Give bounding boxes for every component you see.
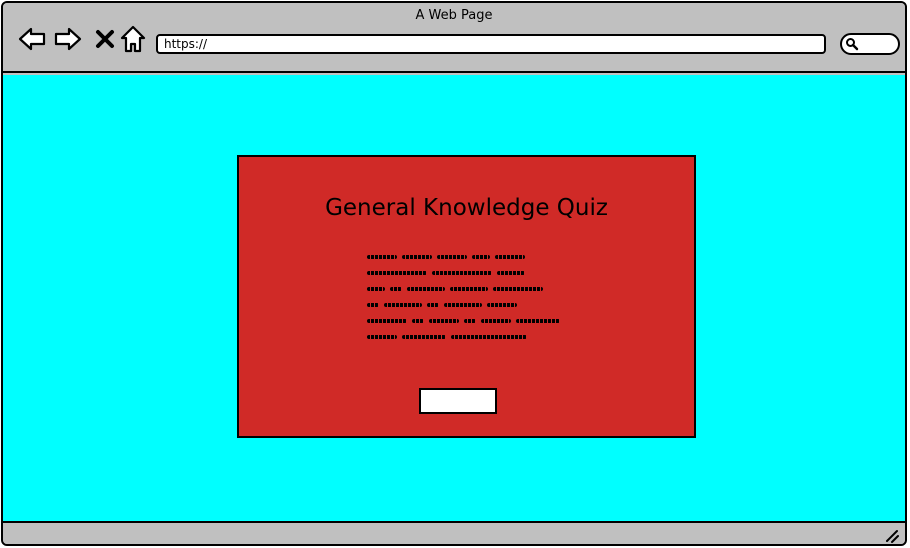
home-icon [120,25,146,53]
placeholder-text-line [367,287,543,292]
start-quiz-button[interactable] [419,388,497,414]
browser-window: A Web Page https:// General Knowledge Qu… [1,1,907,546]
arrow-right-icon [54,27,82,51]
page-content: General Knowledge Quiz [3,75,905,521]
quiz-title: General Knowledge Quiz [325,195,608,221]
magnifier-icon [846,38,859,51]
browser-titlebar: A Web Page [3,3,905,73]
stop-button[interactable] [91,25,119,53]
url-input[interactable] [156,34,826,54]
placeholder-text-line [367,271,525,276]
quiz-description-placeholder [367,253,577,353]
back-button[interactable] [18,25,46,53]
search-button[interactable] [840,33,900,55]
home-button[interactable] [119,25,147,53]
forward-button[interactable] [54,25,82,53]
placeholder-text-line [367,303,517,308]
quiz-card: General Knowledge Quiz [237,155,696,438]
placeholder-text-line [367,255,525,260]
browser-statusbar [3,521,905,544]
placeholder-text-line [367,319,560,324]
arrow-left-icon [18,27,46,51]
resize-grip-icon[interactable] [885,529,899,543]
window-title: A Web Page [415,8,493,23]
placeholder-text-line [367,335,527,340]
close-x-icon [96,30,114,48]
